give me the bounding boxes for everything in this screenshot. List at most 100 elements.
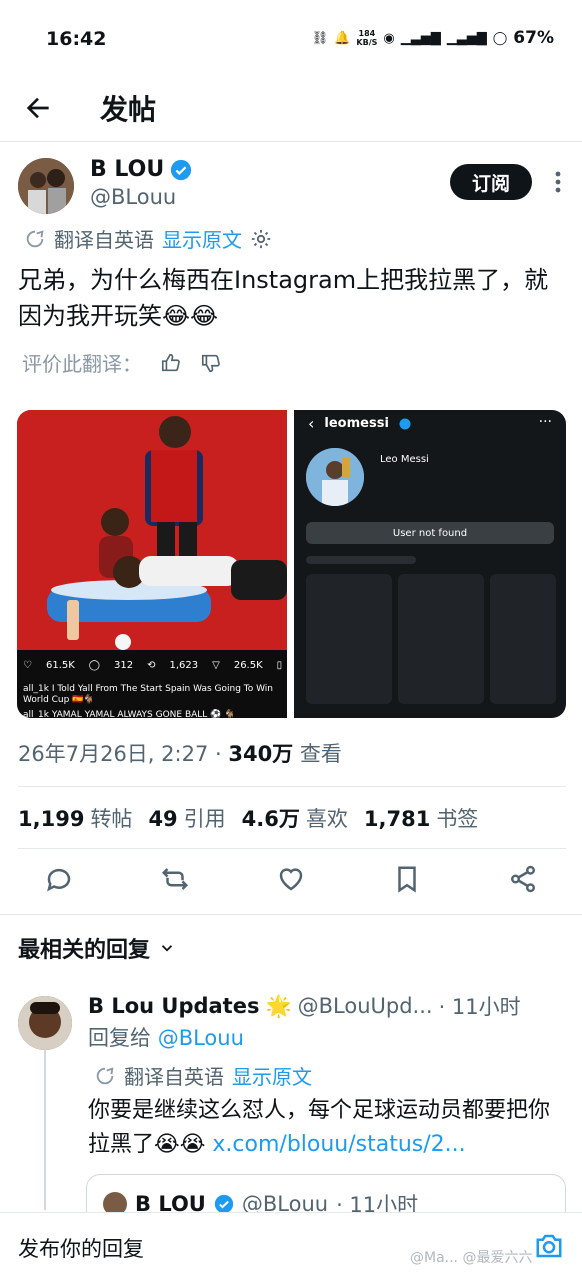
stat-likes[interactable]: 4.6万 喜欢	[242, 803, 348, 833]
net-speed: 184 KB/S	[356, 29, 377, 47]
verified-badge-icon	[171, 159, 192, 180]
ig-user-not-found: User not found	[306, 522, 554, 544]
thumbs-up-icon[interactable]	[160, 352, 182, 374]
reply-header: B Lou Updates 🌟 @BLouUpd... · 11小时	[88, 991, 521, 1021]
reply-sort-dropdown[interactable]: 最相关的回复	[18, 932, 176, 964]
caption-line-1: all_1k I Told Yall From The Start Spain …	[23, 684, 274, 694]
ig-shares: 26.5K	[233, 660, 263, 671]
reply-author-name[interactable]: B Lou Updates	[88, 994, 259, 1018]
stat-label: 转帖	[90, 807, 133, 831]
repost-icon[interactable]	[160, 864, 190, 894]
watermark: @Ma... @最爱六六	[410, 1250, 533, 1266]
signal-icon: ▁▃▅▇	[400, 30, 441, 46]
stat-count: 49	[148, 807, 178, 831]
divider	[0, 914, 582, 915]
post-image-right[interactable]: ‹ leomessi ··· Leo Messi User not found	[294, 410, 566, 718]
ig-placeholder-bar	[306, 556, 416, 564]
settings-gear-icon[interactable]	[250, 228, 272, 250]
author-avatar[interactable]	[18, 158, 74, 214]
status-icons: ⛓ 🔔 184 KB/S ◉ ▁▃▅▇ ▁▃▅▇ ◯ 67%	[312, 28, 554, 48]
translated-from-label: 翻译自英语	[54, 228, 154, 252]
post-text: 兄弟，为什么梅西在Instagram上把我拉黑了，就因为我开玩笑😂😂	[18, 266, 549, 330]
divider	[18, 848, 566, 849]
stat-reposts[interactable]: 1,199 转帖	[18, 803, 132, 833]
send-icon: ▽	[212, 660, 220, 671]
reply-avatar[interactable]	[18, 996, 72, 1050]
heart-icon: ♡	[23, 660, 32, 671]
more-options-icon[interactable]	[546, 168, 570, 196]
translate-row: 翻译自英语 显示原文	[24, 224, 272, 253]
ig-username: leomessi	[324, 416, 389, 431]
ig-profile-header: ‹ leomessi	[308, 414, 411, 433]
reply-author-handle[interactable]: @BLouUpd...	[298, 994, 433, 1018]
author-name[interactable]: B LOU	[90, 157, 192, 182]
back-arrow-icon[interactable]	[22, 92, 54, 124]
reply-show-original-link[interactable]: 显示原文	[232, 1061, 312, 1090]
status-bar: 16:42 ⛓ 🔔 184 KB/S ◉ ▁▃▅▇ ▁▃▅▇ ◯ 67%	[0, 0, 582, 76]
ig-back-icon: ‹	[308, 414, 315, 433]
ig-avatar-image	[306, 448, 364, 506]
instagram-stats-row: ♡ 61.5K ◯ 312 ⟲ 1,623 ▽ 26.5K ▯	[23, 660, 282, 671]
thread-line	[44, 1050, 46, 1210]
author-handle[interactable]: @BLouu	[90, 185, 176, 209]
bookmark-icon[interactable]	[392, 864, 422, 894]
replying-to: 回复给 @BLouu	[88, 1022, 244, 1052]
ig-placeholder-tile	[306, 574, 392, 704]
engagement-stats: 1,199 转帖 49 引用 4.6万 喜欢 1,781 书签	[18, 803, 478, 833]
post-actions	[0, 862, 582, 902]
reply-link[interactable]: x.com/blouu/status/2...	[212, 1132, 465, 1157]
ig-placeholder-tile	[398, 574, 484, 704]
signal-icon-2: ▁▃▅▇	[446, 30, 487, 46]
views-count: 340万	[228, 742, 294, 766]
thumbs-down-icon[interactable]	[200, 352, 222, 374]
caption-line-2: World Cup 🇪🇸🐐	[23, 695, 95, 705]
ig-caption: all_1k I Told Yall From The Start Spain …	[23, 684, 273, 718]
author-name-text: B LOU	[90, 157, 165, 182]
rate-translation-row: 评价此翻译：	[22, 348, 222, 377]
show-original-link[interactable]: 显示原文	[162, 224, 242, 253]
reply-composer-bar: 发布你的回复 @Ma... @最爱六六	[0, 1212, 582, 1280]
chevron-down-icon	[161, 945, 173, 952]
camera-icon[interactable]	[534, 1231, 564, 1261]
comment-icon: ◯	[88, 660, 100, 671]
stat-count: 1,199	[18, 807, 85, 831]
rate-translation-label: 评价此翻译：	[22, 352, 142, 376]
reply-to-prefix: 回复给	[88, 1026, 158, 1050]
stat-label: 书签	[436, 807, 479, 831]
ig-display-name: Leo Messi	[380, 454, 429, 465]
stat-count: 1,781	[363, 807, 431, 831]
ig-reposts: 1,623	[169, 660, 199, 671]
share-icon[interactable]	[508, 864, 538, 894]
stat-quotes[interactable]: 49 引用	[148, 803, 225, 833]
translate-icon	[96, 1066, 114, 1084]
reply-time: · 11小时	[438, 995, 521, 1019]
reply-translated-from: 翻译自英语	[124, 1065, 224, 1089]
subscribe-button[interactable]: 订阅	[450, 164, 532, 200]
ig-comments: 312	[114, 660, 134, 671]
stat-count: 4.6万	[241, 807, 300, 831]
post-image-left[interactable]: ♡ 61.5K ◯ 312 ⟲ 1,623 ▽ 26.5K ▯ all_1k I…	[17, 410, 287, 718]
notification-icon: 🔔	[334, 30, 351, 46]
wifi-icon: ◉	[383, 30, 395, 46]
stat-bookmarks[interactable]: 1,781 书签	[364, 803, 478, 833]
reply-to-handle[interactable]: @BLouu	[158, 1026, 244, 1050]
photo-illustration	[17, 410, 287, 718]
like-heart-icon[interactable]	[276, 864, 306, 894]
net-speed-value: 184	[358, 29, 376, 38]
reply-input[interactable]: 发布你的回复	[18, 1233, 144, 1263]
battery-level: 67%	[513, 28, 554, 48]
reply-icon[interactable]	[44, 864, 74, 894]
sort-label: 最相关的回复	[18, 938, 151, 963]
battery-icon: ◯	[492, 30, 508, 46]
stat-label: 喜欢	[305, 807, 348, 831]
link-icon: ⛓	[311, 30, 329, 46]
reply-avatar-image	[18, 996, 72, 1050]
top-header: 发帖	[0, 76, 582, 142]
ig-likes: 61.5K	[45, 660, 75, 671]
post-timestamp: 26年7月26日, 2:27 ·	[18, 742, 229, 766]
caption-line-3: all_1k YAMAL YAMAL ALWAYS GONE BALL ⚽ 🐐	[23, 710, 236, 718]
star-badge-icon: 🌟	[265, 993, 292, 1018]
translate-icon	[26, 229, 44, 247]
ig-avatar	[306, 448, 364, 506]
net-speed-unit: KB/S	[356, 38, 378, 47]
